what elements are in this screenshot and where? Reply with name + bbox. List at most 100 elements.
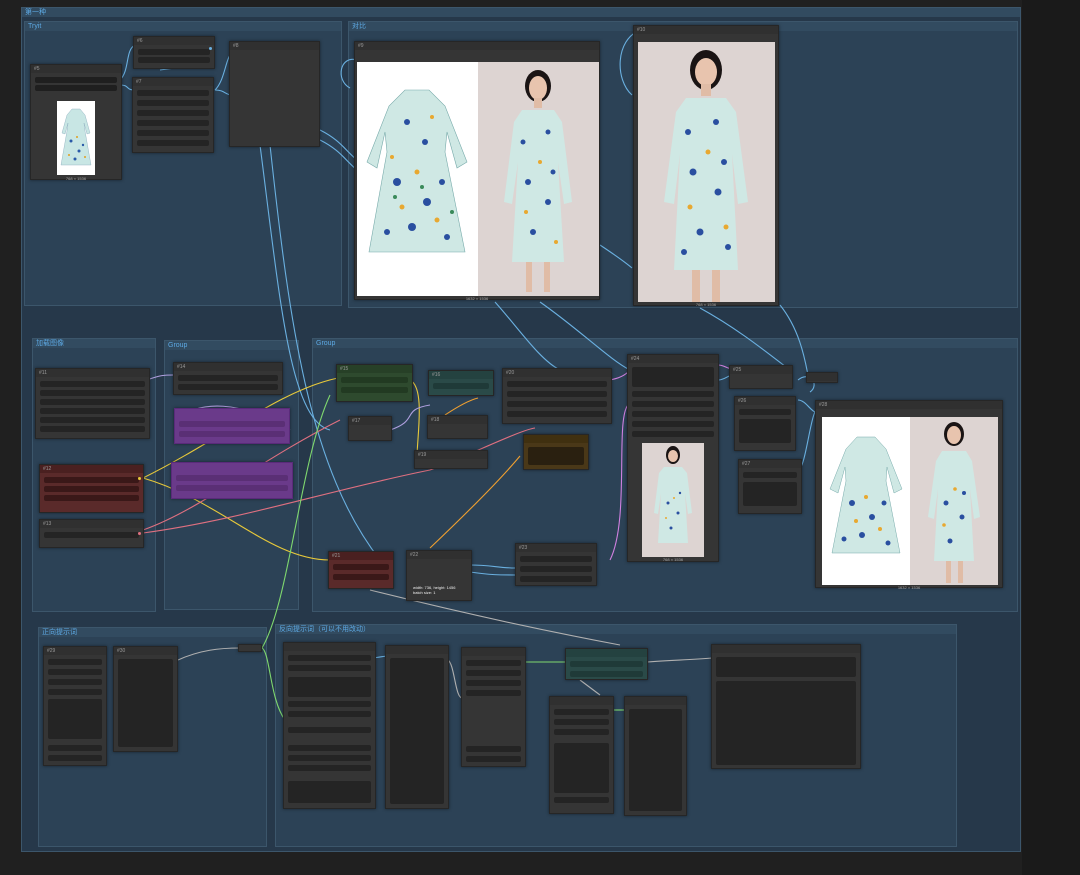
node-header[interactable] — [566, 649, 647, 657]
widget[interactable] — [176, 485, 288, 491]
widget[interactable] — [466, 756, 521, 762]
node-vae-decode[interactable]: #21 — [328, 551, 394, 589]
node-header[interactable]: #28 — [816, 401, 1002, 409]
node-header[interactable]: #15 — [337, 365, 412, 373]
widget[interactable] — [333, 564, 389, 570]
node-brown[interactable] — [523, 434, 589, 470]
widget[interactable] — [554, 743, 609, 793]
node-purple-2[interactable] — [171, 462, 293, 499]
widget[interactable] — [716, 681, 856, 765]
node-mid-1[interactable]: #14 — [173, 362, 283, 395]
widget[interactable] — [35, 77, 117, 83]
widget[interactable] — [40, 417, 145, 423]
widget[interactable] — [137, 130, 209, 136]
widget[interactable] — [137, 100, 209, 106]
widget[interactable] — [507, 401, 607, 407]
widget[interactable] — [137, 140, 209, 146]
widget[interactable] — [341, 377, 408, 383]
widget[interactable] — [40, 399, 145, 405]
widget[interactable] — [433, 383, 489, 389]
widget[interactable] — [520, 556, 592, 562]
widget[interactable] — [44, 495, 139, 501]
neg-node-preview[interactable] — [711, 644, 861, 769]
neg-node-3[interactable] — [461, 647, 526, 767]
widget[interactable] — [179, 421, 285, 427]
widget[interactable] — [716, 657, 856, 677]
node-right-2[interactable]: #26 — [734, 396, 796, 451]
node-header[interactable] — [462, 648, 525, 656]
widget[interactable] — [554, 729, 609, 735]
node-header[interactable]: #26 — [735, 397, 795, 405]
widget[interactable] — [137, 110, 209, 116]
prompt-node-1[interactable]: #29 — [43, 646, 107, 766]
widget[interactable] — [44, 532, 139, 538]
reroute-node[interactable] — [238, 644, 262, 652]
node-small-1[interactable]: #6 — [133, 36, 215, 69]
widget[interactable] — [48, 679, 102, 685]
node-header[interactable] — [386, 646, 448, 654]
widget[interactable] — [507, 381, 607, 387]
node-header[interactable] — [172, 463, 292, 471]
node-header[interactable]: #19 — [415, 451, 487, 459]
node-loader-2[interactable]: #13 — [39, 519, 144, 548]
node-loader-1[interactable]: #11 — [35, 368, 150, 439]
widget[interactable] — [288, 655, 371, 661]
node-header[interactable]: #17 — [349, 417, 391, 425]
node-header[interactable]: #27 — [739, 460, 801, 468]
node-preview-empty[interactable]: #8 — [229, 41, 320, 147]
neg-node-5[interactable] — [624, 696, 687, 816]
widget[interactable] — [743, 482, 797, 506]
node-mid-bottom[interactable]: #23 — [515, 543, 597, 586]
widget[interactable] — [390, 658, 444, 804]
widget[interactable] — [520, 576, 592, 582]
image-compare-node[interactable]: #9 1632 × 1536 — [354, 41, 600, 301]
node-small-3[interactable]: #17 — [348, 416, 392, 441]
widget[interactable] — [288, 755, 371, 761]
node-purple-1[interactable] — [174, 408, 290, 444]
preview-image-node[interactable]: #10 768 × 1536 — [633, 25, 779, 307]
neg-node-teal[interactable] — [565, 648, 648, 680]
node-header[interactable] — [807, 373, 837, 381]
widget[interactable] — [632, 411, 714, 417]
widget[interactable] — [341, 387, 408, 393]
widget[interactable] — [288, 745, 371, 751]
widget[interactable] — [178, 375, 278, 381]
widget[interactable] — [288, 765, 371, 771]
widget[interactable] — [288, 665, 371, 671]
node-header[interactable] — [524, 435, 588, 443]
widget[interactable] — [176, 475, 288, 481]
widget[interactable] — [179, 431, 285, 437]
widget[interactable] — [288, 781, 371, 803]
node-header[interactable]: #20 — [503, 369, 611, 377]
node-header[interactable]: #14 — [174, 363, 282, 371]
widget[interactable] — [48, 745, 102, 751]
widget[interactable] — [40, 408, 145, 414]
node-right-3[interactable]: #27 — [738, 459, 802, 514]
widget[interactable] — [554, 719, 609, 725]
widget[interactable] — [507, 391, 607, 397]
node-reroute[interactable] — [806, 372, 838, 383]
node-header[interactable]: #10 — [634, 26, 778, 34]
node-header[interactable]: #7 — [133, 78, 213, 86]
node-small-2[interactable]: #7 — [132, 77, 214, 153]
widget[interactable] — [288, 701, 371, 707]
node-header[interactable]: #18 — [428, 416, 487, 424]
widget[interactable] — [288, 711, 371, 717]
widget[interactable] — [507, 411, 607, 417]
node-teal[interactable]: #16 — [428, 370, 494, 396]
widget[interactable] — [48, 669, 102, 675]
node-header[interactable]: #29 — [44, 647, 106, 655]
widget[interactable] — [40, 390, 145, 396]
node-header[interactable] — [175, 409, 289, 417]
widget[interactable] — [48, 659, 102, 665]
widget[interactable] — [48, 689, 102, 695]
widget[interactable] — [570, 671, 643, 677]
node-header[interactable]: #12 — [40, 465, 143, 473]
widget[interactable] — [48, 755, 102, 761]
widget[interactable] — [138, 57, 210, 63]
widget[interactable] — [743, 472, 797, 478]
widget[interactable] — [35, 85, 117, 91]
neg-node-2[interactable] — [385, 645, 449, 809]
widget[interactable] — [528, 447, 584, 465]
widget[interactable] — [632, 401, 714, 407]
